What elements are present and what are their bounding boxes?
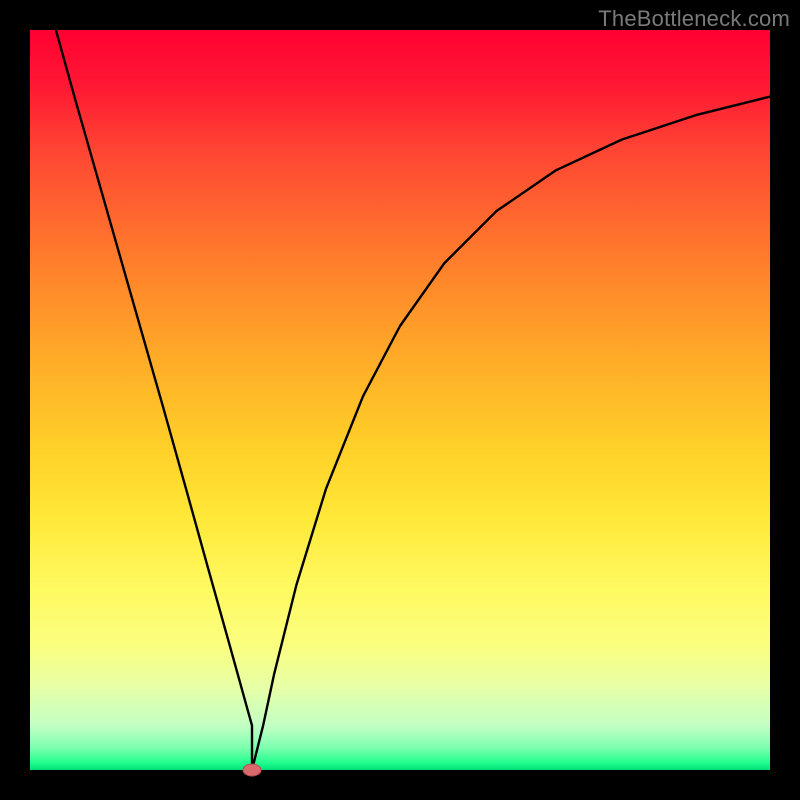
watermark-text: TheBottleneck.com — [598, 6, 790, 32]
min-point-marker — [243, 764, 261, 776]
bottleneck-curve — [56, 30, 770, 770]
curve-layer — [30, 30, 770, 770]
plot-area — [30, 30, 770, 770]
chart-canvas: TheBottleneck.com — [0, 0, 800, 800]
